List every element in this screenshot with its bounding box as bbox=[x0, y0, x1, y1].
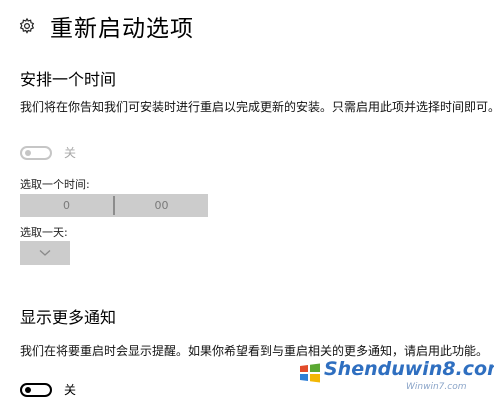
day-picker[interactable] bbox=[20, 241, 70, 265]
notifications-toggle[interactable] bbox=[20, 382, 52, 397]
schedule-toggle-label: 关 bbox=[64, 146, 77, 160]
toggle-knob bbox=[25, 386, 31, 393]
toggle-knob bbox=[25, 149, 31, 156]
notifications-section-title: 显示更多通知 bbox=[20, 308, 117, 327]
time-picker[interactable]: 0 00 bbox=[20, 194, 208, 217]
page-title: 重新启动选项 bbox=[50, 16, 194, 42]
time-hour[interactable]: 0 bbox=[20, 194, 113, 217]
schedule-toggle[interactable] bbox=[20, 145, 52, 160]
watermark: Shenduwin8.com Winwin7.com bbox=[298, 358, 494, 396]
notifications-toggle-label: 关 bbox=[64, 383, 77, 397]
schedule-description: 我们将在你告知我们可安装时进行重启以完成更新的安装。只需启用此项并选择时间即可。 bbox=[20, 100, 494, 114]
notifications-toggle-row: 关 bbox=[20, 381, 76, 398]
schedule-section-title: 安排一个时间 bbox=[20, 70, 117, 89]
notifications-description: 我们在将要重启时会显示提醒。如果你希望看到与重启相关的更多通知，请启用此功能。 bbox=[20, 344, 489, 358]
time-label: 选取一个时间: bbox=[20, 178, 90, 191]
chevron-down-icon bbox=[39, 250, 51, 256]
watermark-subtext: Winwin7.com bbox=[406, 382, 467, 392]
watermark-text: Shenduwin8.com bbox=[324, 358, 494, 380]
time-minute[interactable]: 00 bbox=[115, 194, 208, 217]
schedule-toggle-row: 关 bbox=[20, 144, 76, 161]
page-header: 重新启动选项 bbox=[18, 8, 194, 44]
day-label: 选取一天: bbox=[20, 226, 68, 239]
gear-icon bbox=[19, 17, 35, 34]
windows-logo-icon bbox=[300, 363, 320, 383]
